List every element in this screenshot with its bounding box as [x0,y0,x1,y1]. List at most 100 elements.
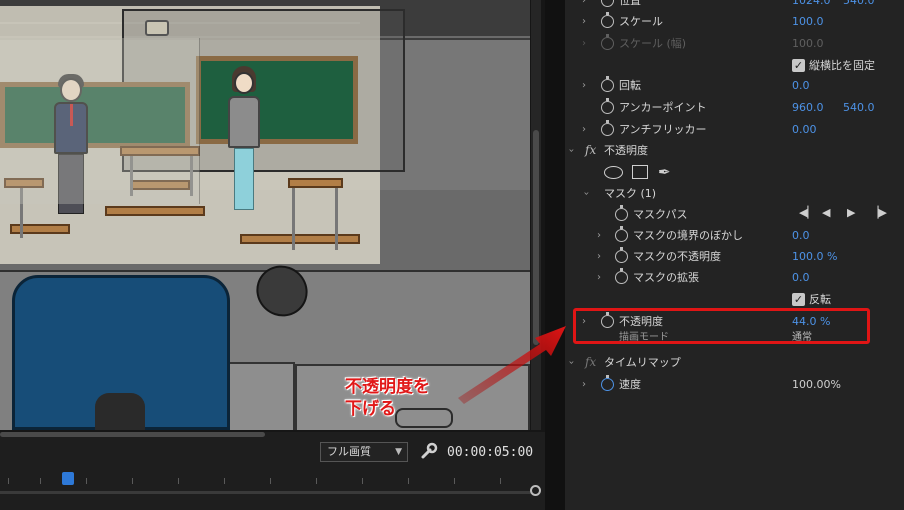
property-label: マスクの境界のぼかし [633,229,743,242]
anchor-y-value[interactable]: 540.0 [843,97,875,118]
ellipse-mask-icon[interactable] [604,166,623,179]
playhead-marker[interactable] [62,472,74,485]
twirl-icon: › [582,38,586,49]
ruler-tick [132,478,133,484]
mask-expansion-value[interactable]: 0.0 [792,267,810,288]
ruler-tick [178,478,179,484]
twirl-icon[interactable]: › [582,0,586,11]
property-mask-opacity[interactable]: › マスクの不透明度 100.0 % [565,246,904,267]
antiflicker-value[interactable]: 0.00 [792,119,817,140]
stopwatch-icon[interactable] [601,76,614,92]
time-ruler[interactable] [0,474,545,488]
classroom-desk [240,234,360,244]
twirl-icon[interactable]: › [582,374,586,395]
property-rotation[interactable]: › 回転 0.0 [565,75,904,96]
inverted-checkbox[interactable]: ✓ [792,293,805,306]
twirl-icon[interactable]: › [582,119,586,140]
stopwatch-icon[interactable] [601,12,614,28]
twirl-open-icon[interactable]: › [565,149,582,153]
timecode-display[interactable]: 00:00:05:00 [447,445,533,460]
speed-value[interactable]: 100.00% [792,374,841,395]
zoom-handle[interactable] [530,485,541,496]
effect-label: タイムリマップ [604,356,681,369]
annotation-line-2: 下げる [345,399,396,419]
chalkboard [196,56,358,144]
mask-opacity-value[interactable]: 100.0 % [792,246,837,267]
position-x-value[interactable]: 1024.0 [792,0,831,11]
wrench-icon[interactable] [420,442,438,460]
property-label: マスクの拡張 [633,271,699,284]
play-icon[interactable]: ▶ [847,206,855,219]
overlay-mask-region [0,38,200,204]
video-frame[interactable] [0,0,530,430]
property-label: スケール [619,15,663,28]
stopwatch-active-icon[interactable] [601,375,614,391]
track-backward-icon[interactable]: ◀▏ [799,206,816,219]
inverted-label: 反転 [809,293,831,306]
uniform-scale-checkbox[interactable]: ✓ [792,59,805,72]
property-scale[interactable]: › スケール 100.0 [565,11,904,32]
twirl-icon[interactable]: › [582,75,586,96]
student-girl [226,66,262,226]
ruler-tick [408,478,409,484]
property-mask-expansion[interactable]: › マスクの拡張 0.0 [565,267,904,288]
pen-mask-icon[interactable]: ✒ [658,163,674,181]
uniform-scale-row: ✓ 縦横比を固定 [565,55,904,76]
fx-icon[interactable]: fx [585,352,596,373]
stopwatch-icon[interactable] [601,0,614,7]
ruler-tick [500,478,501,484]
stopwatch-icon[interactable] [615,268,628,284]
property-anchor-point[interactable]: アンカーポイント 960.0 540.0 [565,97,904,118]
property-label: スケール (幅) [619,37,687,50]
stopwatch-icon[interactable] [615,205,628,221]
scrollbar-thumb[interactable] [533,130,539,345]
zoom-scrollbar[interactable] [0,491,532,494]
ruler-tick [270,478,271,484]
monitor-scrollbar[interactable] [531,0,541,430]
chair-headrest [95,393,145,430]
mask-group-label: マスク (1) [604,187,657,200]
track-forward-icon[interactable]: ▕▶ [870,206,887,219]
playback-resolution-dropdown[interactable]: フル画質 ▼ [320,442,408,462]
scale-value[interactable]: 100.0 [792,11,824,32]
wrench-icon-svg [421,442,438,459]
anchor-x-value[interactable]: 960.0 [792,97,824,118]
desk-leg [292,188,295,250]
twirl-icon[interactable]: › [582,11,586,32]
ruler-tick [86,478,87,484]
monitor-hscroll[interactable] [0,432,265,437]
annotation-text: 不透明度を 下げる [345,376,430,420]
twirl-open-icon[interactable]: › [565,361,582,365]
rotation-value[interactable]: 0.0 [792,75,810,96]
uniform-scale-label: 縦横比を固定 [809,59,875,72]
mask-group-row[interactable]: › マスク (1) [565,183,904,204]
effect-opacity-header[interactable]: › fx 不透明度 [565,140,904,161]
property-mask-feather[interactable]: › マスクの境界のぼかし 0.0 [565,225,904,246]
wall-clock [145,20,169,36]
property-antiflicker[interactable]: › アンチフリッカー 0.00 [565,119,904,140]
stopwatch-icon[interactable] [615,247,628,263]
effect-controls-panel: › 位置 1024.0 540.0 › スケール 100.0 › スケール (幅… [565,0,904,510]
property-speed[interactable]: › 速度 100.00% [565,374,904,395]
mask-feather-value[interactable]: 0.0 [792,225,810,246]
stopwatch-icon[interactable] [601,120,614,136]
ruler-tick [316,478,317,484]
twirl-icon[interactable]: › [597,246,601,267]
classroom-desk [105,206,205,216]
inverted-row: ✓ 反転 [565,289,904,310]
property-position[interactable]: › 位置 1024.0 540.0 [565,0,904,11]
stopwatch-icon[interactable] [615,226,628,242]
twirl-open-icon[interactable]: › [576,192,597,196]
property-label: 速度 [619,378,641,391]
stopwatch-icon[interactable] [601,98,614,114]
step-backward-icon[interactable]: ◀ [822,206,830,219]
rectangle-mask-icon[interactable] [632,165,648,179]
twirl-icon[interactable]: › [597,267,601,288]
stopwatch-icon [601,34,614,50]
position-y-value[interactable]: 540.0 [843,0,875,11]
effect-time-remap-header[interactable]: › fx タイムリマップ [565,352,904,373]
panel-divider[interactable] [545,0,565,510]
twirl-icon[interactable]: › [597,225,601,246]
fx-icon[interactable]: fx [585,140,596,161]
playback-resolution-value: フル画質 [327,445,371,458]
